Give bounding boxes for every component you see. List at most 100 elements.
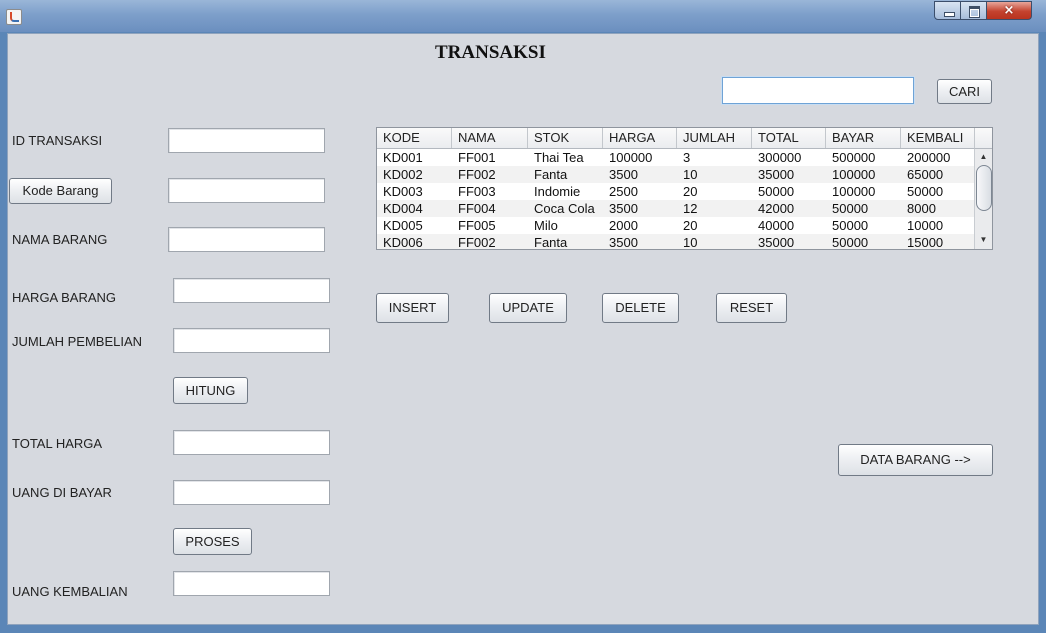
reset-button[interactable]: RESET bbox=[716, 293, 787, 323]
cell-kembali: 10000 bbox=[907, 218, 944, 233]
cell-bayar: 50000 bbox=[832, 235, 869, 250]
cell-kode: KD002 bbox=[383, 167, 423, 182]
cell-jumlah: 10 bbox=[683, 235, 698, 250]
cell-total: 35000 bbox=[758, 235, 795, 250]
cell-jumlah: 12 bbox=[683, 201, 698, 216]
cell-total: 42000 bbox=[758, 201, 795, 216]
cell-jumlah: 3 bbox=[683, 150, 691, 165]
column-header-bayar[interactable]: BAYAR bbox=[826, 128, 901, 148]
cell-kode: KD005 bbox=[383, 218, 423, 233]
cari-button[interactable]: CARI bbox=[937, 79, 992, 104]
uang-kembalian-label: UANG KEMBALIAN bbox=[12, 584, 128, 599]
cell-kembali: 8000 bbox=[907, 201, 936, 216]
table-row[interactable]: KD006 FF002 Fanta 3500 10 35000 50000 15… bbox=[377, 234, 974, 250]
cell-bayar: 50000 bbox=[832, 201, 869, 216]
kode-barang-field[interactable] bbox=[168, 178, 325, 203]
kode-barang-button[interactable]: Kode Barang bbox=[9, 178, 112, 204]
scroll-thumb[interactable] bbox=[976, 165, 992, 211]
id-transaksi-field[interactable] bbox=[168, 128, 325, 153]
table-row[interactable]: KD001 FF001 Thai Tea 100000 3 300000 500… bbox=[377, 149, 974, 166]
data-barang-button[interactable]: DATA BARANG --> bbox=[838, 444, 993, 476]
nama-barang-field[interactable] bbox=[168, 227, 325, 252]
scroll-down-arrow-icon[interactable]: ▼ bbox=[975, 233, 992, 247]
cell-total: 50000 bbox=[758, 184, 795, 199]
cell-kode: KD006 bbox=[383, 235, 423, 250]
cell-bayar: 500000 bbox=[832, 150, 876, 165]
nama-barang-label: NAMA BARANG bbox=[12, 232, 108, 247]
table-row[interactable]: KD002 FF002 Fanta 3500 10 35000 100000 6… bbox=[377, 166, 974, 183]
cell-bayar: 100000 bbox=[832, 167, 876, 182]
table-header: KODE NAMA STOK HARGA JUMLAH TOTAL BAYAR … bbox=[377, 128, 974, 149]
cell-kembali: 15000 bbox=[907, 235, 944, 250]
update-button[interactable]: UPDATE bbox=[489, 293, 567, 323]
page-title: TRANSAKSI bbox=[435, 42, 546, 63]
cell-jumlah: 20 bbox=[683, 218, 698, 233]
cell-harga: 3500 bbox=[609, 201, 638, 216]
java-app-icon bbox=[6, 9, 22, 25]
cell-nama: FF002 bbox=[458, 167, 496, 182]
table-row[interactable]: KD004 FF004 Coca Cola 3500 12 42000 5000… bbox=[377, 200, 974, 217]
cell-nama: FF002 bbox=[458, 235, 496, 250]
cell-kembali: 50000 bbox=[907, 184, 944, 199]
cell-stok: Milo bbox=[534, 218, 558, 233]
cell-kode: KD003 bbox=[383, 184, 423, 199]
cell-stok: Fanta bbox=[534, 235, 568, 250]
cell-harga: 2000 bbox=[609, 218, 638, 233]
cell-stok: Coca Cola bbox=[534, 201, 595, 216]
delete-button[interactable]: DELETE bbox=[602, 293, 679, 323]
cell-harga: 100000 bbox=[609, 150, 653, 165]
maximize-button[interactable] bbox=[960, 1, 987, 20]
table-header-corner bbox=[974, 128, 992, 149]
harga-barang-field[interactable] bbox=[173, 278, 330, 303]
cell-nama: FF004 bbox=[458, 201, 496, 216]
proses-button[interactable]: PROSES bbox=[173, 528, 252, 555]
cell-bayar: 100000 bbox=[832, 184, 876, 199]
column-header-jumlah[interactable]: JUMLAH bbox=[677, 128, 752, 148]
column-header-kode[interactable]: KODE bbox=[377, 128, 452, 148]
search-input[interactable] bbox=[722, 77, 914, 104]
cell-nama: FF003 bbox=[458, 184, 496, 199]
cell-kode: KD001 bbox=[383, 150, 423, 165]
jumlah-pembelian-label: JUMLAH PEMBELIAN bbox=[12, 334, 143, 349]
minimize-icon bbox=[944, 12, 955, 17]
cell-nama: FF005 bbox=[458, 218, 496, 233]
close-icon: × bbox=[1003, 3, 1015, 18]
cell-jumlah: 10 bbox=[683, 167, 698, 182]
table-row[interactable]: KD005 FF005 Milo 2000 20 40000 50000 100… bbox=[377, 217, 974, 234]
column-header-harga[interactable]: HARGA bbox=[603, 128, 677, 148]
column-header-kembali[interactable]: KEMBALI bbox=[901, 128, 974, 148]
jumlah-pembelian-field[interactable] bbox=[173, 328, 330, 353]
transaksi-table[interactable]: KODE NAMA STOK HARGA JUMLAH TOTAL BAYAR … bbox=[376, 127, 993, 250]
column-header-total[interactable]: TOTAL bbox=[752, 128, 826, 148]
transaksi-panel: TRANSAKSI CARI ID TRANSAKSI Kode Barang … bbox=[7, 33, 1039, 625]
cell-kembali: 200000 bbox=[907, 150, 951, 165]
close-button[interactable]: × bbox=[986, 1, 1032, 20]
column-header-nama[interactable]: NAMA bbox=[452, 128, 528, 148]
cell-kembali: 65000 bbox=[907, 167, 944, 182]
table-vertical-scrollbar[interactable]: ▲ ▼ bbox=[974, 149, 992, 249]
cell-bayar: 50000 bbox=[832, 218, 869, 233]
minimize-button[interactable] bbox=[934, 1, 961, 20]
window-titlebar[interactable]: × bbox=[0, 0, 1046, 32]
insert-button[interactable]: INSERT bbox=[376, 293, 449, 323]
hitung-button[interactable]: HITUNG bbox=[173, 377, 248, 404]
table-row[interactable]: KD003 FF003 Indomie 2500 20 50000 100000… bbox=[377, 183, 974, 200]
cell-jumlah: 20 bbox=[683, 184, 698, 199]
uang-di-bayar-field[interactable] bbox=[173, 480, 330, 505]
scroll-up-arrow-icon[interactable]: ▲ bbox=[975, 150, 992, 164]
uang-kembalian-field[interactable] bbox=[173, 571, 330, 596]
cell-kode: KD004 bbox=[383, 201, 423, 216]
cell-harga: 3500 bbox=[609, 235, 638, 250]
cell-harga: 2500 bbox=[609, 184, 638, 199]
cell-nama: FF001 bbox=[458, 150, 496, 165]
total-harga-label: TOTAL HARGA bbox=[12, 436, 103, 451]
maximize-icon bbox=[969, 6, 980, 18]
column-header-stok[interactable]: STOK bbox=[528, 128, 603, 148]
cell-stok: Fanta bbox=[534, 167, 568, 182]
cell-total: 300000 bbox=[758, 150, 802, 165]
table-body: KD001 FF001 Thai Tea 100000 3 300000 500… bbox=[377, 149, 974, 250]
total-harga-field[interactable] bbox=[173, 430, 330, 455]
cell-stok: Thai Tea bbox=[534, 150, 584, 165]
harga-barang-label: HARGA BARANG bbox=[12, 290, 117, 305]
cell-harga: 3500 bbox=[609, 167, 638, 182]
